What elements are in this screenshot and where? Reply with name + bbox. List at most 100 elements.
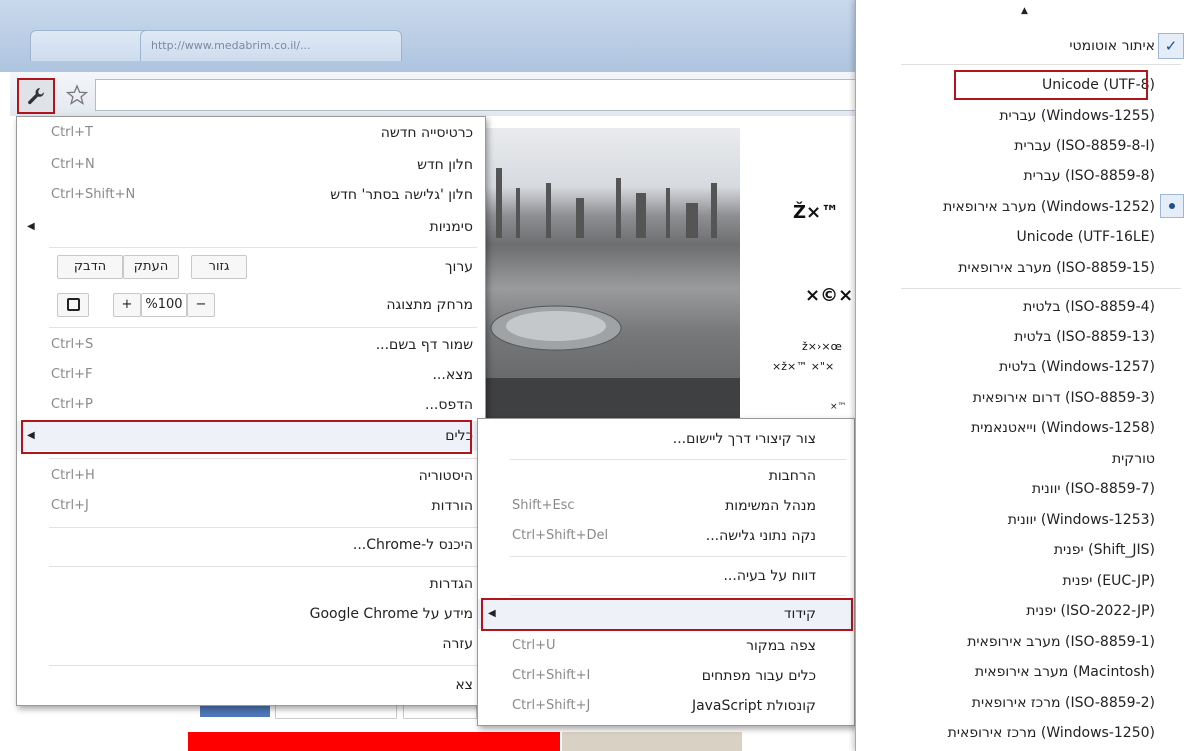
menu-label: שמור דף בשם... bbox=[375, 337, 473, 353]
menu-label: צא bbox=[455, 677, 473, 693]
menu-item-create-shortcut[interactable]: צור קיצורי דרך ליישום... bbox=[478, 424, 854, 454]
menu-item-signin[interactable]: היכנס ל-Chrome... bbox=[17, 530, 485, 560]
menu-item-settings[interactable]: הגדרות bbox=[17, 569, 485, 599]
encoding-option[interactable]: מערב אירופאית (Macintosh) bbox=[975, 657, 1155, 687]
encoding-option[interactable]: יוונית (ISO-8859-7) bbox=[1032, 474, 1155, 504]
menu-item-history[interactable]: היסטוריה Ctrl+H bbox=[17, 461, 485, 491]
garbled-text: ×©× bbox=[805, 285, 854, 306]
encoding-option[interactable]: טורקית bbox=[1112, 444, 1155, 474]
garbled-text: Ž×™ bbox=[793, 202, 840, 223]
main-menu: כרטיסייה חדשה Ctrl+T חלון חדש Ctrl+N חלון … bbox=[16, 116, 486, 706]
encoding-auto-detect[interactable]: איתור אוטומטי bbox=[1069, 31, 1155, 61]
menu-label: עזרה bbox=[442, 636, 473, 652]
cut-button[interactable]: גזור bbox=[191, 255, 247, 279]
separator bbox=[49, 247, 477, 248]
zoom-in-button[interactable]: + bbox=[113, 293, 141, 317]
bookmark-star-icon[interactable] bbox=[65, 84, 89, 106]
menu-item-task-manager[interactable]: מנהל המשימות Shift+Esc bbox=[478, 491, 854, 521]
encoding-option[interactable]: בלטית (ISO-8859-13) bbox=[1014, 322, 1155, 352]
encoding-option[interactable]: יפנית (ISO-2022-JP) bbox=[1026, 596, 1155, 626]
menu-label: מצא... bbox=[432, 367, 473, 383]
utf8-highlight bbox=[954, 70, 1148, 100]
menu-item-js-console[interactable]: קונסולת JavaScript Ctrl+Shift+J bbox=[478, 691, 854, 721]
separator bbox=[901, 64, 1181, 65]
shortcut: Ctrl+Shift+J bbox=[512, 698, 591, 713]
paste-button[interactable]: הדבק bbox=[57, 255, 123, 279]
encoding-option[interactable]: עברית (ISO-8859-8-I) bbox=[1014, 131, 1155, 161]
menu-row-zoom: מרחק מתצוגה − %100 + bbox=[17, 290, 485, 320]
tab-url: http://www.medabrim.co.il/... bbox=[151, 39, 311, 52]
browser-tab[interactable] bbox=[30, 30, 152, 61]
menu-item-report[interactable]: דווח על בעיה... bbox=[478, 561, 854, 591]
menu-item-bookmarks[interactable]: סימניות ◀ bbox=[17, 212, 485, 242]
menu-item-downloads[interactable]: הורדות Ctrl+J bbox=[17, 491, 485, 521]
encoding-option[interactable]: Unicode (UTF-16LE) bbox=[1016, 222, 1155, 252]
encoding-option[interactable]: מרכז אירופאית (Windows-1250) bbox=[948, 718, 1155, 748]
menu-item-print[interactable]: הדפס... Ctrl+P bbox=[17, 390, 485, 420]
menu-item-view-source[interactable]: צפה במקור Ctrl+U bbox=[478, 631, 854, 661]
menu-label: נקה נתוני גלישה... bbox=[705, 528, 816, 544]
page-image bbox=[562, 732, 742, 751]
garbled-text: ×ž×™ ×"× bbox=[772, 360, 835, 373]
encoding-option[interactable]: בלטית (ISO-8859-4) bbox=[1023, 292, 1155, 322]
shortcut: Ctrl+Shift+N bbox=[51, 187, 136, 202]
encoding-option[interactable]: יוונית (Windows-1253) bbox=[1008, 505, 1155, 535]
menu-item-extensions[interactable]: הרחבות bbox=[478, 461, 854, 491]
menu-item-about[interactable]: מידע על Google Chrome bbox=[17, 599, 485, 629]
menu-label: מרחק מתצוגה bbox=[386, 297, 473, 313]
wrench-icon bbox=[28, 88, 44, 105]
menu-label: קונסולת JavaScript bbox=[691, 698, 816, 714]
encoding-option[interactable]: עברית (Windows-1255) bbox=[999, 101, 1155, 131]
separator bbox=[49, 458, 477, 459]
menu-label: כלים עבור מפתחים bbox=[701, 668, 816, 684]
red-banner bbox=[188, 732, 560, 751]
separator bbox=[901, 288, 1181, 289]
shortcut: Ctrl+U bbox=[512, 638, 556, 653]
shortcut: Ctrl+J bbox=[51, 498, 89, 513]
encoding-option[interactable]: מערב אירופאית (ISO-8859-1) bbox=[967, 627, 1155, 657]
garbled-text: ×™ bbox=[830, 402, 847, 412]
encoding-option[interactable]: יפנית (Shift_JIS) bbox=[1054, 535, 1155, 565]
browser-tab-active[interactable]: http://www.medabrim.co.il/... bbox=[140, 30, 402, 61]
zoom-level: %100 bbox=[141, 293, 187, 317]
encoding-option[interactable]: מערב אירופאית (Windows-1252) bbox=[943, 192, 1155, 222]
menu-label: מנהל המשימות bbox=[725, 498, 816, 514]
menu-label: חלון חדש bbox=[417, 157, 473, 173]
menu-label: היסטוריה bbox=[418, 468, 473, 484]
menu-label: צפה במקור bbox=[746, 638, 816, 654]
encoding-option[interactable]: דרום אירופאית (ISO-8859-3) bbox=[973, 383, 1155, 413]
menu-label: דווח על בעיה... bbox=[723, 568, 816, 584]
encoding-option[interactable]: וייאטנאמית (Windows-1258) bbox=[971, 413, 1155, 443]
menu-item-clear-data[interactable]: נקה נתוני גלישה... Ctrl+Shift+Del bbox=[478, 521, 854, 551]
encoding-option[interactable]: מערב אירופאית (ISO-8859-15) bbox=[958, 253, 1155, 283]
shortcut: Ctrl+N bbox=[51, 157, 95, 172]
encoding-option[interactable]: מרכז אירופאית (ISO-8859-2) bbox=[972, 688, 1155, 718]
wrench-menu-button[interactable] bbox=[17, 78, 55, 114]
encoding-submenu: ▲ ✓ איתור אוטומטי Unicode (UTF-8) עברית … bbox=[855, 0, 1184, 751]
menu-item-new-tab[interactable]: כרטיסייה חדשה Ctrl+T bbox=[17, 118, 485, 148]
encoding-option[interactable]: עברית (ISO-8859-8) bbox=[1023, 161, 1155, 191]
shortcut: Shift+Esc bbox=[512, 498, 575, 513]
menu-item-dev-tools[interactable]: כלים עבור מפתחים Ctrl+Shift+I bbox=[478, 661, 854, 691]
encoding-option[interactable]: בלטית (Windows-1257) bbox=[999, 352, 1155, 382]
copy-button[interactable]: העתק bbox=[123, 255, 179, 279]
shortcut: Ctrl+Shift+Del bbox=[512, 528, 609, 543]
address-bar[interactable] bbox=[95, 79, 860, 111]
menu-item-help[interactable]: עזרה bbox=[17, 629, 485, 659]
menu-item-save-page[interactable]: שמור דף בשם... Ctrl+S bbox=[17, 330, 485, 360]
separator bbox=[49, 566, 477, 567]
menu-label: הרחבות bbox=[768, 468, 816, 484]
separator bbox=[49, 527, 477, 528]
menu-label: הדפס... bbox=[425, 397, 473, 413]
menu-label: ערוך bbox=[445, 259, 473, 275]
menu-item-find[interactable]: מצא... Ctrl+F bbox=[17, 360, 485, 390]
menu-item-new-window[interactable]: חלון חדש Ctrl+N bbox=[17, 150, 485, 180]
fullscreen-button[interactable] bbox=[57, 293, 89, 317]
menu-item-exit[interactable]: צא bbox=[17, 670, 485, 700]
separator bbox=[510, 595, 846, 596]
scroll-up-arrow-icon[interactable]: ▲ bbox=[1021, 6, 1028, 16]
menu-item-new-incognito[interactable]: חלון 'גלישה בסתר' חדש Ctrl+Shift+N bbox=[17, 180, 485, 210]
encoding-option[interactable]: יפנית (EUC-JP) bbox=[1063, 566, 1155, 596]
zoom-out-button[interactable]: − bbox=[187, 293, 215, 317]
menu-label: הורדות bbox=[431, 498, 473, 514]
